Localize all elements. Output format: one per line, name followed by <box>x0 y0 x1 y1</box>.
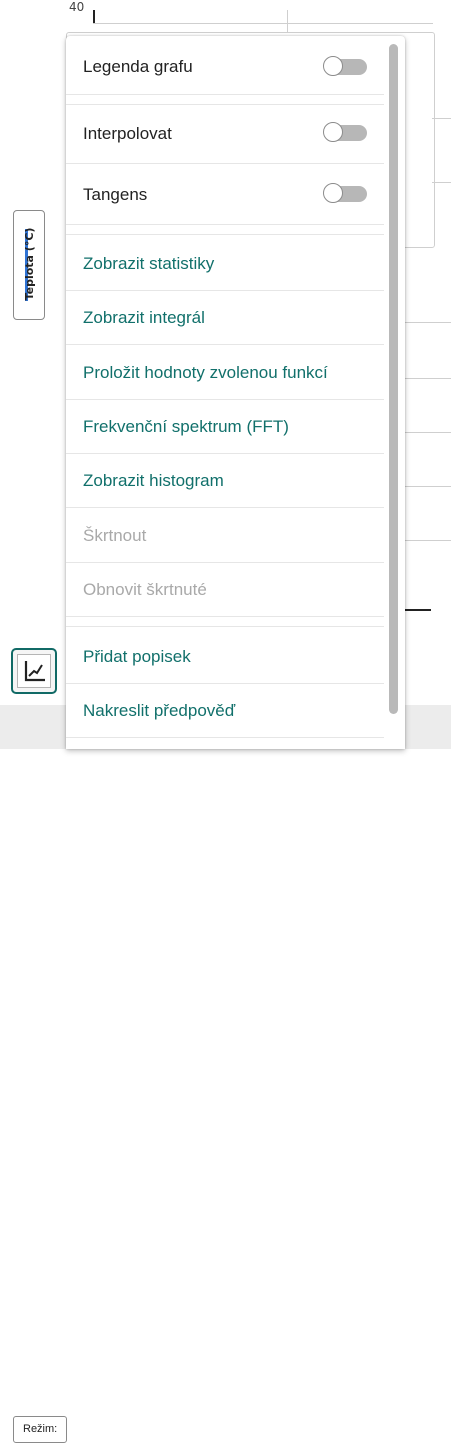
graph-tools-button[interactable] <box>11 648 57 694</box>
gridline <box>432 118 451 119</box>
y-axis-label-button[interactable]: Teplota (°C) <box>13 210 45 320</box>
menu-item-label: Škrtnout <box>83 526 147 545</box>
menu-item-label: Zobrazit integrál <box>83 308 205 327</box>
mode-select[interactable]: Režim: <box>13 1416 67 1443</box>
gridline <box>400 378 451 379</box>
gridline <box>400 540 451 541</box>
tangent-toggle[interactable] <box>323 183 367 203</box>
toggle-knob <box>323 56 343 76</box>
menu-item-fft[interactable]: Frekvenční spektrum (FFT) <box>66 400 384 454</box>
menu-item-label: Interpolovat <box>83 124 172 143</box>
menu-divider <box>66 234 384 235</box>
menu-item-label: Obnovit škrtnuté <box>83 580 207 599</box>
gridline <box>400 432 451 433</box>
menu-divider <box>66 163 384 164</box>
y-axis-label-text: Teplota (°C) <box>23 227 36 301</box>
menu-divider <box>66 94 384 95</box>
graph-options-menu: Legenda grafu Interpolovat Tangens Zobra… <box>66 36 405 749</box>
y-axis-line <box>93 10 95 24</box>
interpolate-toggle[interactable] <box>323 122 367 142</box>
menu-divider <box>66 344 384 345</box>
menu-item-add-label[interactable]: Přidat popisek <box>66 630 384 684</box>
gridline <box>400 486 451 487</box>
toggle-knob <box>323 183 343 203</box>
menu-item-strike-out: Škrtnout <box>66 509 384 563</box>
menu-divider <box>66 616 384 617</box>
menu-divider <box>66 626 384 627</box>
menu-item-label: Tangens <box>83 185 148 204</box>
menu-item-label: Nakreslit předpověď <box>83 701 236 720</box>
menu-item-draw-prediction[interactable]: Nakreslit předpověď <box>66 684 384 738</box>
menu-item-histogram[interactable]: Zobrazit histogram <box>66 454 384 508</box>
gridline <box>432 182 451 183</box>
legend-toggle[interactable] <box>323 56 367 76</box>
menu-item-restore-struck: Obnovit škrtnuté <box>66 563 384 617</box>
menu-item-label: Zobrazit statistiky <box>83 254 215 273</box>
menu-divider <box>66 104 384 105</box>
menu-divider <box>66 224 384 225</box>
menu-item-curve-fit[interactable]: Proložit hodnoty zvolenou funkcí <box>66 346 384 400</box>
menu-item-label: Frekvenční spektrum (FFT) <box>83 417 289 436</box>
menu-item-show-integral[interactable]: Zobrazit integrál <box>66 291 384 345</box>
menu-item-label: Proložit hodnoty zvolenou funkcí <box>83 363 328 382</box>
menu-divider <box>66 507 384 508</box>
menu-item-show-statistics[interactable]: Zobrazit statistiky <box>66 237 384 291</box>
menu-scrollbar[interactable] <box>389 44 398 714</box>
line-graph-icon <box>17 654 51 688</box>
y-axis-tick-label: 40 <box>69 0 85 14</box>
menu-item-label: Legenda grafu <box>83 57 193 76</box>
menu-item-label: Přidat popisek <box>83 647 191 666</box>
toggle-knob <box>323 122 343 142</box>
gridline <box>400 322 451 323</box>
gridline <box>93 23 433 24</box>
menu-item-label: Zobrazit histogram <box>83 471 224 490</box>
menu-divider <box>66 737 384 738</box>
